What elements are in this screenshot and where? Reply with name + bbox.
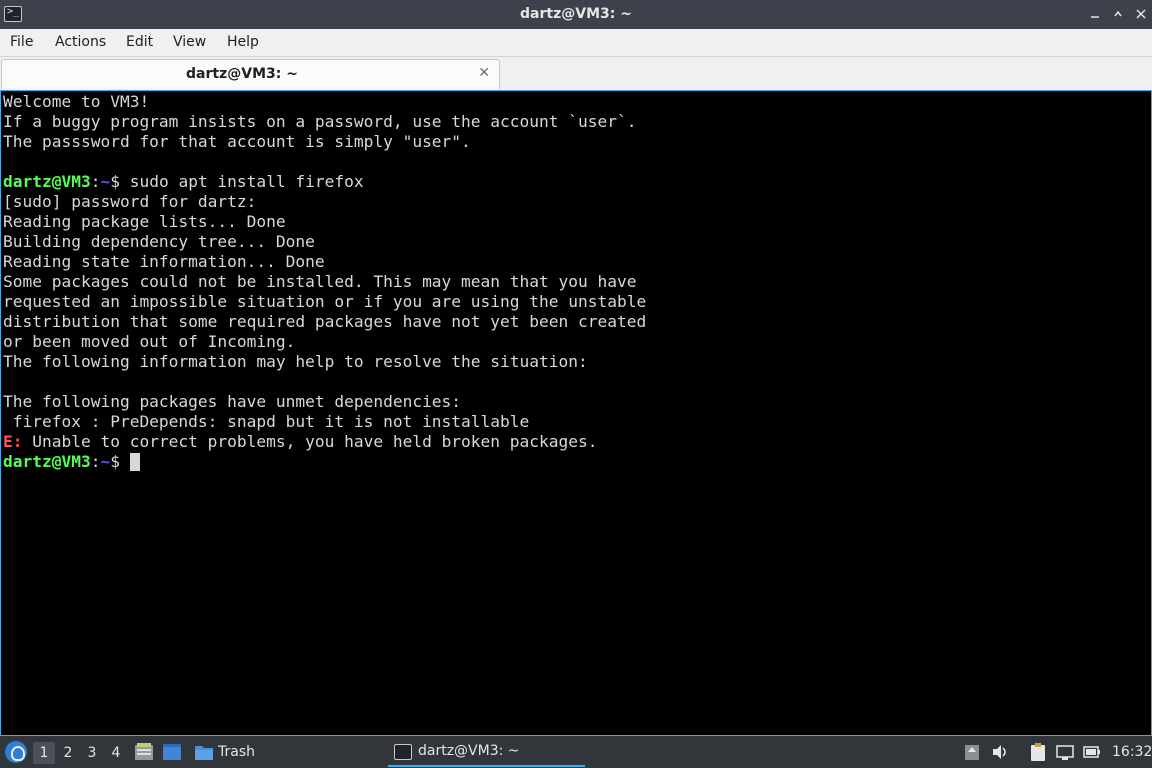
text-cursor xyxy=(129,453,140,471)
menu-edit[interactable]: Edit xyxy=(126,34,153,50)
window-title: dartz@VM3: ~ xyxy=(520,6,632,22)
terminal-line: Reading state information... Done xyxy=(3,252,325,271)
prompt-symbol: $ xyxy=(110,172,130,191)
tab-bar: dartz@VM3: ~ ✕ xyxy=(0,57,1152,90)
terminal-output: Welcome to VM3! If a buggy program insis… xyxy=(3,92,646,472)
terminal-line: Welcome to VM3! xyxy=(3,92,150,111)
workspace-2[interactable]: 2 xyxy=(57,742,79,764)
prompt-line: dartz@VM3:~$ xyxy=(3,452,646,472)
tab-close-icon[interactable]: ✕ xyxy=(478,65,490,81)
menu-actions[interactable]: Actions xyxy=(55,34,106,50)
terminal-icon xyxy=(394,744,412,760)
terminal-line: or been moved out of Incoming. xyxy=(3,332,296,351)
error-prefix: E: xyxy=(3,432,23,451)
upload-icon[interactable] xyxy=(962,742,982,762)
show-desktop-icon[interactable] xyxy=(162,743,182,761)
trash-launcher-label[interactable]: Trash xyxy=(218,736,255,768)
battery-icon[interactable] xyxy=(1082,742,1102,762)
workspace-4[interactable]: 4 xyxy=(105,742,127,764)
window-titlebar: >_ dartz@VM3: ~ xyxy=(0,0,1152,29)
terminal-line: If a buggy program insists on a password… xyxy=(3,112,637,131)
clock[interactable]: 16:32 xyxy=(1112,744,1152,760)
tab-terminal[interactable]: dartz@VM3: ~ ✕ xyxy=(1,59,500,89)
menu-help[interactable]: Help xyxy=(227,34,259,50)
terminal-line: [sudo] password for dartz: xyxy=(3,192,257,211)
terminal-line: Reading package lists... Done xyxy=(3,212,286,231)
workspace-1[interactable]: 1 xyxy=(33,742,55,764)
clipboard-icon[interactable] xyxy=(1028,742,1048,762)
terminal-line: Some packages could not be installed. Th… xyxy=(3,272,637,291)
prompt-user: dartz@VM3 xyxy=(3,172,91,191)
taskbar-task-terminal[interactable]: dartz@VM3: ~ xyxy=(388,739,585,767)
terminal-line: The following information may help to re… xyxy=(3,352,588,371)
maximize-button[interactable] xyxy=(1110,6,1126,22)
terminal-line: Building dependency tree... Done xyxy=(3,232,315,251)
terminal-line: The following packages have unmet depend… xyxy=(3,392,462,411)
prompt-path: ~ xyxy=(100,172,111,191)
terminal-line: requested an impossible situation or if … xyxy=(3,292,647,311)
prompt-symbol: $ xyxy=(110,452,130,471)
menu-file[interactable]: File xyxy=(10,34,33,50)
tab-label: dartz@VM3: ~ xyxy=(186,66,298,82)
volume-icon[interactable] xyxy=(990,742,1010,762)
menu-view[interactable]: View xyxy=(173,34,206,50)
minimize-icon xyxy=(1091,16,1099,18)
terminal-line: firefox : PreDepends: snapd but it is no… xyxy=(3,412,530,431)
taskbar: 1 2 3 4 Trash dartz@VM3: ~ 16:32 xyxy=(0,736,1152,768)
error-text: Unable to correct problems, you have hel… xyxy=(22,432,598,451)
menu-bar: File Actions Edit View Help xyxy=(0,29,1152,57)
terminal-line: distribution that some required packages… xyxy=(3,312,647,331)
start-menu-icon[interactable] xyxy=(5,741,27,763)
prompt-colon: : xyxy=(90,172,101,191)
prompt-colon: : xyxy=(90,452,101,471)
prompt-line: dartz@VM3:~$ sudo apt install firefox xyxy=(3,172,646,192)
error-line: E: Unable to correct problems, you have … xyxy=(3,432,646,452)
network-icon[interactable] xyxy=(1055,742,1075,762)
prompt-user: dartz@VM3 xyxy=(3,452,91,471)
file-manager-icon[interactable] xyxy=(134,743,154,761)
maximize-icon xyxy=(1114,10,1122,17)
terminal-view[interactable]: Welcome to VM3! If a buggy program insis… xyxy=(0,90,1152,736)
command-text: sudo apt install firefox xyxy=(129,172,364,191)
prompt-path: ~ xyxy=(100,452,111,471)
terminal-line: The passsword for that account is simply… xyxy=(3,132,471,151)
close-button[interactable] xyxy=(1133,6,1149,22)
task-label: dartz@VM3: ~ xyxy=(418,743,520,759)
close-icon xyxy=(1136,9,1146,19)
workspace-3[interactable]: 3 xyxy=(81,742,103,764)
trash-folder-icon[interactable] xyxy=(194,743,214,761)
minimize-button[interactable] xyxy=(1087,6,1103,22)
